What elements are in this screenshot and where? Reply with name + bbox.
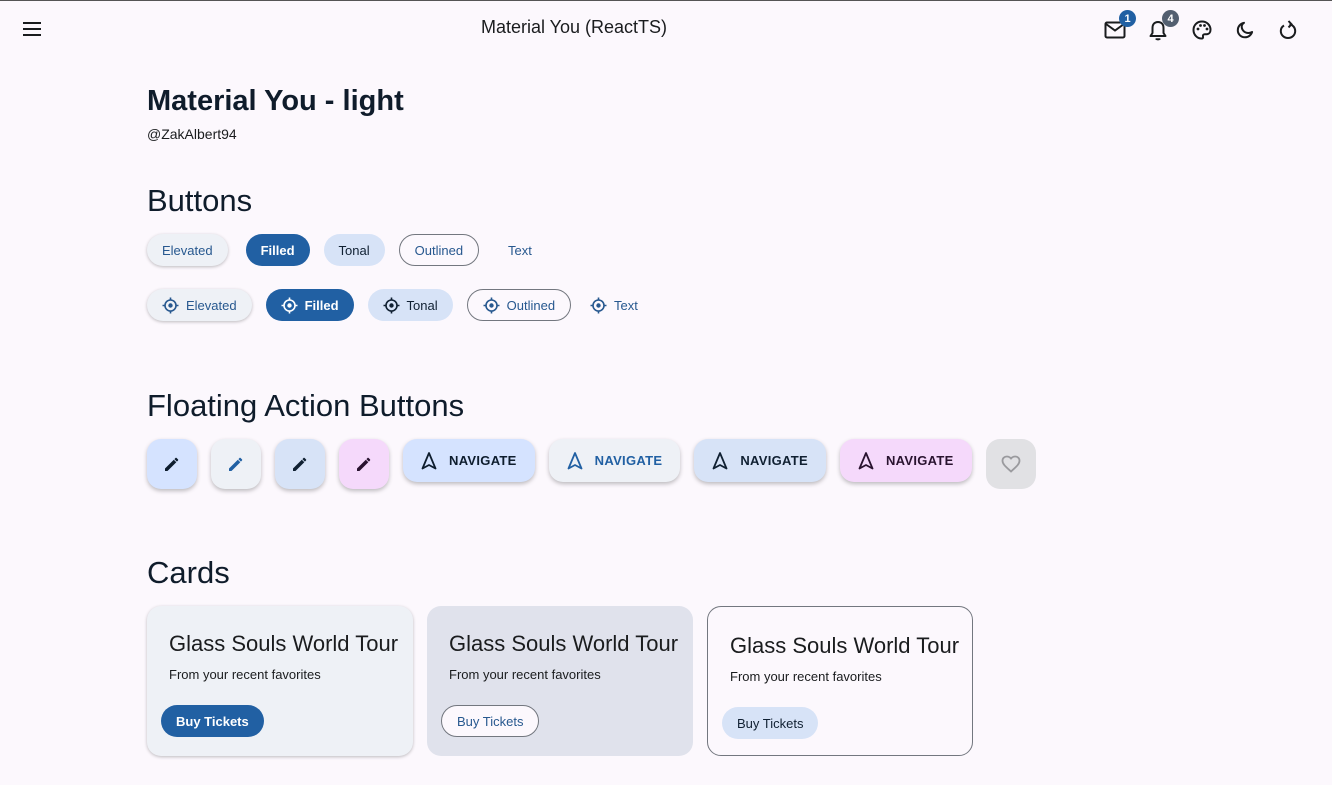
card-subtitle: From your recent favorites: [169, 667, 321, 682]
buttons-section-title: Buttons: [147, 183, 253, 218]
navigation-icon: [421, 451, 437, 469]
card-title: Glass Souls World Tour: [169, 631, 399, 656]
card-title: Glass Souls World Tour: [730, 633, 960, 658]
cards-section-title: Cards: [147, 555, 230, 590]
filled-icon-button[interactable]: Filled: [265, 289, 354, 321]
text-icon-button[interactable]: Text: [585, 289, 643, 321]
extended-fab-tertiary[interactable]: NAVIGATE: [839, 439, 972, 482]
extended-fab-primary[interactable]: NAVIGATE: [403, 439, 535, 482]
fab-surface[interactable]: [211, 439, 261, 489]
filled-button[interactable]: Filled: [245, 234, 310, 266]
pencil-icon: [357, 457, 371, 471]
heart-icon: [1001, 455, 1021, 473]
tonal-icon-button[interactable]: Tonal: [367, 289, 453, 321]
navigation-icon: [712, 451, 728, 469]
notifications-badge: 4: [1162, 10, 1179, 27]
app-title-text: Material You (ReactTS): [480, 17, 668, 37]
reset-button[interactable]: [1273, 15, 1303, 45]
card-subtitle: From your recent favorites: [730, 669, 882, 684]
gps-icon: [483, 297, 500, 313]
card-title: Glass Souls World Tour: [449, 631, 679, 656]
extended-fab-label: NAVIGATE: [449, 453, 517, 468]
buy-tickets-button[interactable]: Buy Tickets: [441, 705, 540, 737]
gps-icon: [383, 297, 400, 313]
text-icon-button-label: Text: [614, 297, 638, 313]
navigation-icon: [858, 451, 874, 469]
fab-tertiary[interactable]: [339, 439, 389, 489]
outlined-button[interactable]: Outlined: [398, 234, 480, 266]
extended-fab-label: NAVIGATE: [885, 453, 954, 468]
moon-icon: [1236, 21, 1254, 39]
elevated-button[interactable]: Elevated: [147, 234, 228, 266]
pencil-icon: [229, 457, 243, 471]
elevated-card: Glass Souls World Tour From your recent …: [147, 606, 413, 756]
buy-tickets-button[interactable]: Buy Tickets: [161, 705, 264, 737]
pencil-icon: [165, 457, 179, 471]
extended-fab-label: NAVIGATE: [594, 453, 663, 468]
extended-fab-secondary[interactable]: NAVIGATE: [694, 439, 826, 482]
buttons-row-icon: Elevated Filled Tonal Outlined Text: [147, 289, 643, 321]
app-title: Material You (ReactTS): [0, 17, 1148, 38]
page-title: Material You - light: [147, 85, 404, 117]
outlined-icon-button[interactable]: Outlined: [466, 289, 572, 321]
page-subtitle: @ZakAlbert94: [147, 126, 237, 142]
outlined-card: Glass Souls World Tour From your recent …: [707, 606, 973, 756]
fab-disabled: [985, 439, 1036, 489]
navigation-icon: [567, 451, 583, 469]
tonal-button[interactable]: Tonal: [323, 234, 385, 266]
elevated-icon-button-label: Elevated: [186, 297, 237, 313]
mail-button[interactable]: 1: [1100, 10, 1136, 45]
dark-mode-button[interactable]: [1230, 15, 1260, 45]
buttons-row-plain: Elevated Filled Tonal Outlined Text: [147, 234, 547, 266]
notifications-button[interactable]: 4: [1143, 10, 1179, 45]
outlined-icon-button-label: Outlined: [506, 297, 556, 313]
tonal-icon-button-label: Tonal: [406, 297, 438, 313]
fab-primary[interactable]: [147, 439, 197, 489]
refresh-icon: [1279, 20, 1297, 40]
buy-tickets-button[interactable]: Buy Tickets: [722, 707, 819, 739]
palette-button[interactable]: [1187, 15, 1217, 45]
gps-icon: [281, 297, 298, 313]
text-button[interactable]: Text: [493, 234, 547, 266]
extended-fab-label: NAVIGATE: [740, 453, 808, 468]
fab-section-title: Floating Action Buttons: [147, 388, 465, 423]
top-app-bar: Material You (ReactTS) 1 4: [0, 1, 1332, 59]
card-subtitle: From your recent favorites: [449, 667, 601, 682]
filled-card: Glass Souls World Tour From your recent …: [427, 606, 693, 756]
mail-badge: 1: [1119, 10, 1136, 27]
fab-row: NAVIGATE NAVIGATE NAVIGATE NAVIGATE: [147, 439, 1036, 489]
filled-icon-button-label: Filled: [304, 297, 339, 313]
palette-icon: [1192, 20, 1212, 40]
gps-icon: [590, 297, 607, 313]
fab-secondary[interactable]: [275, 439, 325, 489]
extended-fab-surface[interactable]: NAVIGATE: [548, 439, 681, 482]
pencil-icon: [293, 457, 307, 471]
elevated-icon-button[interactable]: Elevated: [147, 289, 252, 321]
gps-icon: [162, 297, 179, 313]
